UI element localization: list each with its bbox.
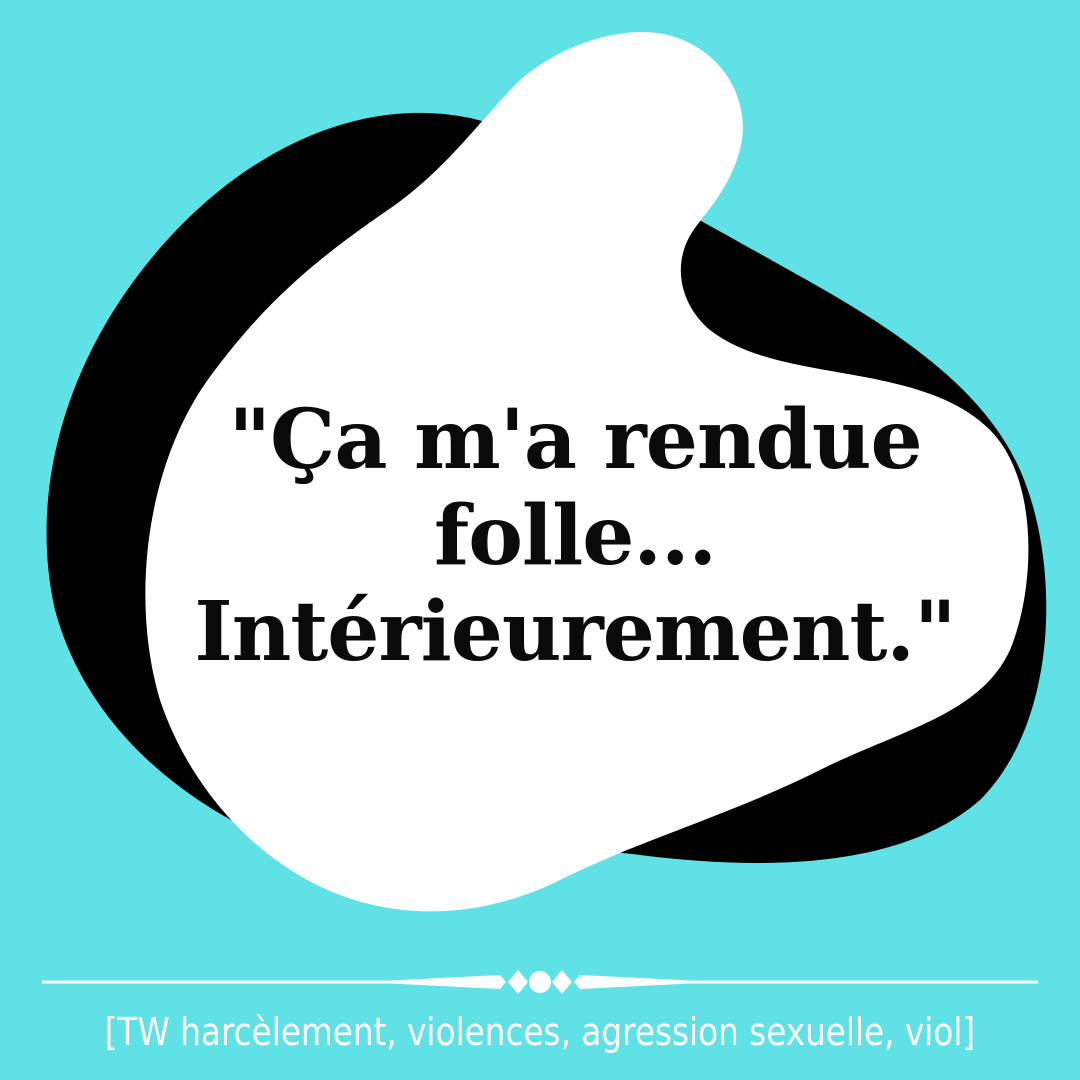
divider-center-dot: [529, 971, 551, 993]
content-warning: [TW harcèlement, violences, agression se…: [104, 1010, 976, 1054]
quote-line-1: "Ça m'a rendue: [228, 392, 922, 488]
quote-line-3: Intérieurement.": [194, 584, 956, 680]
post-canvas: "Ça m'a rendue folle... Intérieurement."…: [0, 0, 1080, 1080]
quote-text: "Ça m'a rendue folle... Intérieurement.": [140, 392, 1010, 680]
quote-line-2: folle...: [433, 488, 717, 584]
